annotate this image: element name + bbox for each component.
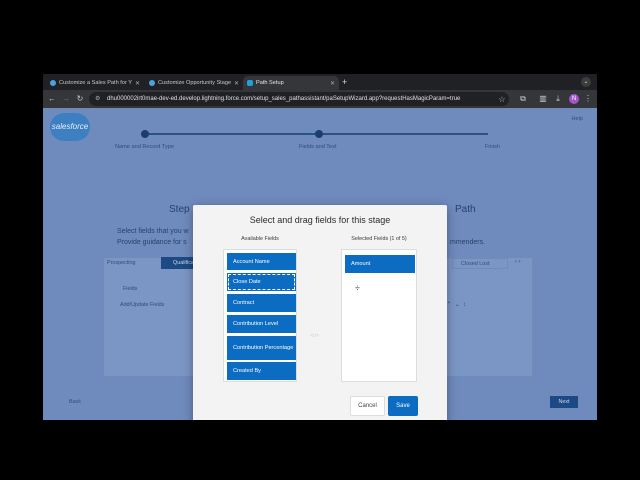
bookmark-star-icon[interactable]: ☆ [496,94,508,106]
stage-selector[interactable]: Closed Lost [452,258,508,269]
selected-fields-title: Selected Fields (1 of 5) [351,236,407,242]
help-link[interactable]: Help [571,116,583,122]
description-text: mmenders. [450,239,486,246]
fields-label: Fields [123,286,138,292]
more-menu-icon[interactable]: ⋮ [582,93,594,105]
tab-sales-path[interactable]: Customize a Sales Path for Y ✕ [46,76,144,90]
wizard-step-dot [315,130,323,138]
tab-search-icon[interactable]: ⌄ [581,77,591,87]
browser-toolbar: ← → ↻ ⚙ dhu000002irt0mae-dev-ed.develop.… [43,90,597,108]
next-button[interactable]: Next [550,396,578,408]
back-button[interactable]: Back [61,396,89,408]
stage-tab-prospecting[interactable]: Prospecting [107,260,135,266]
reload-icon[interactable]: ↻ [74,93,86,105]
salesforce-favicon-icon [149,80,155,86]
selected-fields-list[interactable]: Amount [341,249,417,382]
cancel-button[interactable]: Cancel [350,396,385,416]
tab-strip: Customize a Sales Path for Y ✕ Customize… [43,74,597,90]
profile-avatar[interactable]: N [569,94,579,104]
screen: Customize a Sales Path for Y ✕ Customize… [0,0,640,480]
tab-label: Customize a Sales Path for Y [59,80,132,86]
url-text: dhu000002irt0mae-dev-ed.develop.lightnin… [107,96,461,102]
tab-label: Path Setup [256,80,284,86]
field-item-account-name[interactable]: Account Name [227,253,296,270]
select-fields-modal: Select and drag fields for this stage Av… [193,205,447,420]
downloads-icon[interactable]: ⤓ [552,93,564,105]
salesforce-favicon-icon [247,80,253,86]
modal-title: Select and drag fields for this stage [249,215,391,225]
salesforce-favicon-icon [50,80,56,86]
move-cursor-icon: ÷ [355,283,360,293]
available-fields-list[interactable]: Account Name Close Date Contract Contrib… [223,249,297,382]
step-heading: Step [169,204,190,215]
path-heading: Path [455,204,476,215]
side-panel-icon[interactable]: ▥ [537,93,549,105]
field-item-contribution-level[interactable]: Contribution Level [227,315,296,333]
add-fields-link[interactable]: Add/Update Fields [120,302,164,308]
description-text: Provide guidance for s [117,239,187,246]
site-info-icon[interactable]: ⚙ [95,92,100,106]
close-icon[interactable]: ✕ [330,80,335,87]
close-icon[interactable]: ✕ [135,80,140,87]
salesforce-logo: salesforce [50,113,90,141]
field-item-created-by[interactable]: Created By [227,362,296,380]
wizard-step-dot [141,130,149,138]
field-item-amount[interactable]: Amount [345,255,415,273]
extensions-icon[interactable]: ⧉ [517,93,529,105]
available-fields-title: Available Fields [241,236,279,242]
forward-arrow-icon[interactable]: → [60,93,72,105]
tab-label: Customize Opportunity Stage [158,80,231,86]
tab-path-setup[interactable]: Path Setup ✕ [243,76,339,90]
field-item-contract[interactable]: Contract [227,294,296,312]
field-item-contribution-percentage[interactable]: Contribution Percentage [227,336,296,360]
stage-tab-qualification[interactable]: Qualificati [161,257,197,269]
browser-window: Customize a Sales Path for Y ✕ Customize… [43,74,597,420]
new-tab-button[interactable]: + [342,77,347,87]
move-arrows-icon: ◃ ▹ [310,332,319,339]
address-bar[interactable]: ⚙ dhu000002irt0mae-dev-ed.develop.lightn… [89,92,509,106]
tab-opportunity-stage[interactable]: Customize Opportunity Stage ✕ [145,76,243,90]
wizard-step-label: Fields and Text [299,144,337,150]
close-icon[interactable]: ✕ [234,80,239,87]
description-text: Select fields that you w [117,228,189,235]
field-item-close-date[interactable]: Close Date [227,273,296,291]
stage-nav-arrows[interactable]: ‹ › [515,259,521,265]
save-button[interactable]: Save [388,396,418,416]
back-arrow-icon[interactable]: ← [46,93,58,105]
wizard-step-label: Finish [485,144,500,150]
page-content: salesforce Help Name and Record Type Fie… [43,108,597,420]
wizard-step-label: Name and Record Type [115,144,174,150]
